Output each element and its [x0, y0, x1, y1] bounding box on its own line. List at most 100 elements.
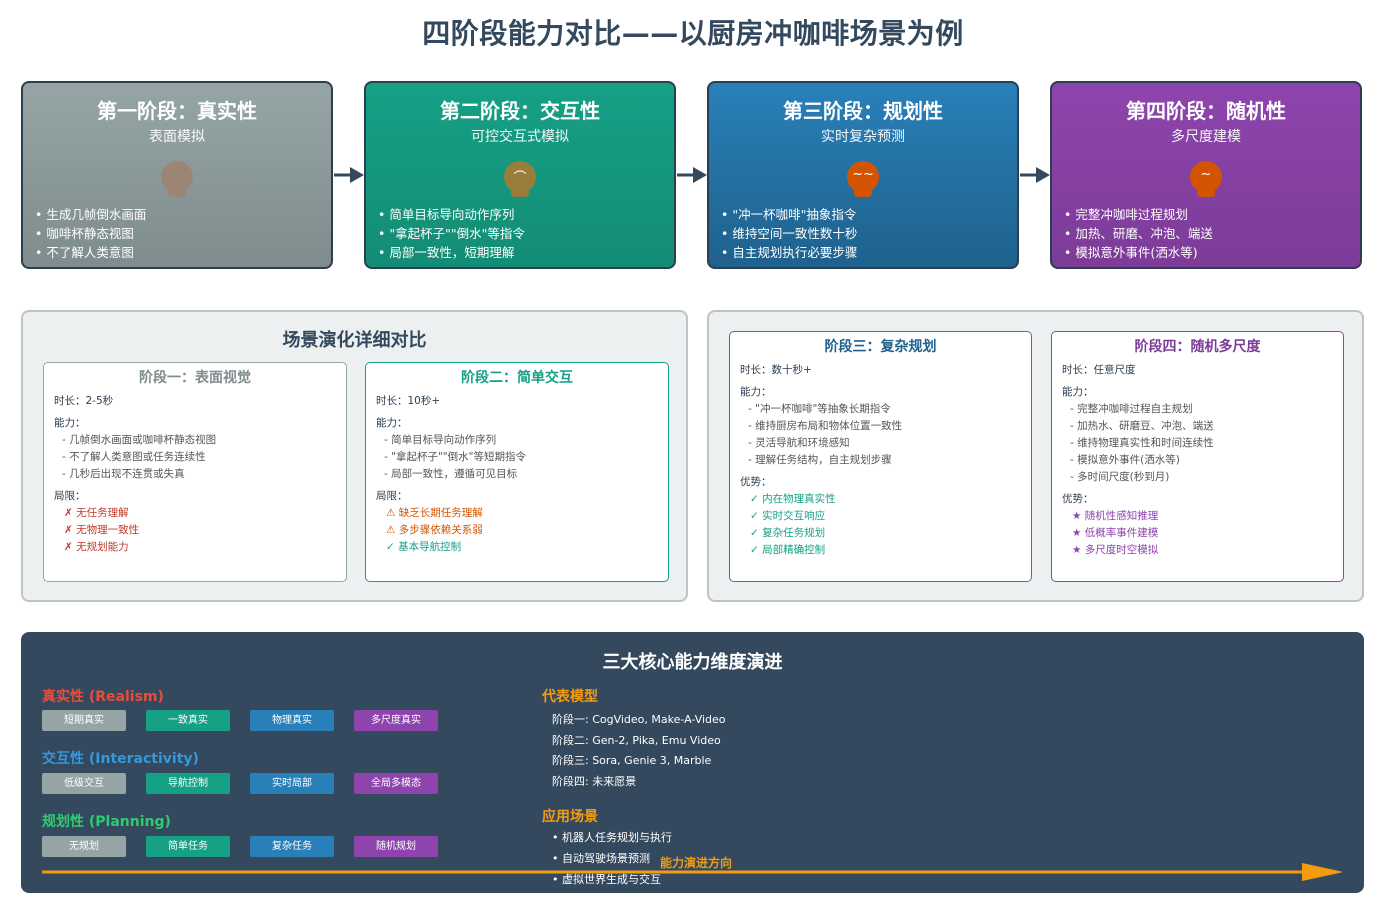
- stage-detail-box-2: 阶段二：简单交互 时长：10秒+ 能力： - 简单目标导向动作序列 - "拿起杯…: [365, 362, 669, 582]
- stage-bullet: • 简单目标导向动作序列: [378, 207, 515, 222]
- model-item: 阶段二: Gen-2, Pika, Emu Video: [552, 734, 721, 747]
- dimension-label-interactivity: 交互性 (Interactivity): [42, 751, 199, 767]
- ability-item: - 维持物理真实性和时间连续性: [1070, 437, 1214, 449]
- box-title: 阶段二：简单交互: [461, 370, 573, 386]
- model-item: 阶段三: Sora, Genie 3, Marble: [552, 754, 712, 767]
- stage-bullet: • 模拟意外事件(洒水等): [1064, 245, 1198, 260]
- model-item: 阶段四: 未来愿景: [552, 775, 637, 788]
- stage-card-1: 第一阶段：真实性 表面模拟 • 生成几帧倒水画面 • 咖啡杯静态视图 • 不了解…: [21, 81, 333, 269]
- applications-title: 应用场景: [542, 809, 598, 825]
- capability-chip: 简单任务: [146, 836, 230, 857]
- arrow-right-icon: [677, 167, 707, 183]
- stage-subtitle: 实时复杂预测: [821, 129, 905, 145]
- ability-item: - "拿起杯子""倒水"等短期指令: [384, 451, 526, 463]
- models-title: 代表模型: [542, 689, 598, 705]
- capability-chip: 导航控制: [146, 773, 230, 794]
- duration-text: 时长：2-5秒: [54, 395, 114, 407]
- stage-bullet: • 完整冲咖啡过程规划: [1064, 207, 1188, 222]
- page-title: 四阶段能力对比——以厨房冲咖啡场景为例: [422, 17, 964, 50]
- ability-item: - 理解任务结构，自主规划步骤: [748, 454, 892, 466]
- capability-chip: 多尺度真实: [354, 710, 438, 731]
- comparison-panel-right: 阶段三：复杂规划 时长：数十秒+ 能力： - "冲一杯咖啡"等抽象长期指令 - …: [707, 310, 1364, 602]
- duration-text: 时长：10秒+: [376, 395, 441, 407]
- stage-bullet: • 局部一致性，短期理解: [378, 245, 515, 260]
- evolution-title: 三大核心能力维度演进: [602, 652, 783, 673]
- capability-chip: 全局多模态: [354, 773, 438, 794]
- limit-item: ✗ 无任务理解: [64, 507, 129, 519]
- stage-bullet: • 自主规划执行必要步骤: [721, 245, 858, 260]
- capability-chip: 低级交互: [42, 773, 126, 794]
- ability-label: 能力：: [54, 417, 86, 429]
- advantage-item: ✓ 实时交互响应: [750, 510, 826, 522]
- evolution-panel: 三大核心能力维度演进 真实性 (Realism) 短期真实 一致真实 物理真实 …: [21, 632, 1364, 893]
- stage-title: 第四阶段：随机性: [1126, 99, 1286, 123]
- comparison-title: 场景演化详细对比: [282, 330, 427, 351]
- ability-label: 能力：: [740, 386, 772, 398]
- stage-bullet: • 加热、研磨、冲泡、端送: [1064, 226, 1213, 241]
- ability-item: - 几秒后出现不连贯或失真: [62, 468, 185, 480]
- stage-subtitle: 多尺度建模: [1171, 129, 1241, 145]
- ability-item: - 维持厨房布局和物体位置一致性: [748, 420, 903, 432]
- ability-item: - 不了解人类意图或任务连续性: [62, 451, 206, 463]
- stage-bullet: • 生成几帧倒水画面: [35, 207, 147, 222]
- stage-subtitle: 表面模拟: [149, 129, 205, 145]
- limit-item: ⚠ 多步骤依赖关系弱: [386, 524, 483, 536]
- duration-text: 时长：数十秒+: [740, 364, 812, 376]
- capability-chip: 物理真实: [250, 710, 334, 731]
- ability-item: - 模拟意外事件(洒水等): [1070, 454, 1180, 466]
- capability-chip: 实时局部: [250, 773, 334, 794]
- capability-chip: 短期真实: [42, 710, 126, 731]
- ability-item: - 加热水、研磨豆、冲泡、端送: [1070, 420, 1214, 432]
- ability-item: - 几帧倒水画面或咖啡杯静态视图: [62, 434, 217, 446]
- stage-bullet: • 不了解人类意图: [35, 245, 134, 260]
- limit-item: ✗ 无物理一致性: [64, 524, 140, 536]
- stage-bullet: • "拿起杯子""倒水"等指令: [378, 226, 525, 241]
- box-title: 阶段三：复杂规划: [824, 339, 937, 355]
- capability-chip: 一致真实: [146, 710, 230, 731]
- stage-card-2: 第二阶段：交互性 可控交互式模拟 ⌒ • 简单目标导向动作序列 • "拿起杯子"…: [364, 81, 676, 269]
- advantage-label: 优势：: [740, 476, 772, 488]
- stage-bullet: • 咖啡杯静态视图: [35, 226, 134, 241]
- stage-detail-box-4: 阶段四：随机多尺度 时长：任意尺度 能力： - 完整冲咖啡过程自主规划 - 加热…: [1051, 331, 1344, 582]
- ability-item: - 完整冲咖啡过程自主规划: [1070, 403, 1193, 415]
- advantage-item: ★ 随机性感知推理: [1072, 510, 1159, 522]
- model-item: 阶段一: CogVideo, Make-A-Video: [552, 713, 726, 726]
- stage-bullet: • "冲一杯咖啡"抽象指令: [721, 207, 857, 222]
- advantage-item: ★ 多尺度时空模拟: [1072, 544, 1159, 556]
- coffee-cup-icon: ~: [1190, 161, 1222, 197]
- advantage-item: ✓ 局部精确控制: [750, 544, 826, 556]
- ability-item: - 局部一致性，遵循可见目标: [384, 468, 518, 480]
- box-title: 阶段四：随机多尺度: [1134, 339, 1261, 355]
- ability-item: - "冲一杯咖啡"等抽象长期指令: [748, 403, 891, 415]
- stage-detail-box-1: 阶段一：表面视觉 时长：2-5秒 能力： - 几帧倒水画面或咖啡杯静态视图 - …: [43, 362, 347, 582]
- duration-text: 时长：任意尺度: [1062, 364, 1136, 376]
- stage-bullet: • 维持空间一致性数十秒: [721, 226, 858, 241]
- stage-title: 第三阶段：规划性: [783, 99, 943, 123]
- coffee-cup-icon: [161, 161, 193, 197]
- ability-label: 能力：: [1062, 386, 1094, 398]
- arrow-right-icon: [334, 167, 364, 183]
- capability-chip: 随机规划: [354, 836, 438, 857]
- coffee-cup-icon: ⌒: [504, 161, 536, 197]
- advantage-label: 优势：: [1062, 493, 1094, 505]
- stage-subtitle: 可控交互式模拟: [471, 129, 569, 145]
- capability-chip: 复杂任务: [250, 836, 334, 857]
- limit-item: ⚠ 缺乏长期任务理解: [386, 507, 483, 519]
- advantage-item: ✓ 复杂任务规划: [750, 527, 826, 539]
- evolution-direction-label: 能力演进方向: [660, 856, 733, 870]
- ability-item: - 灵活导航和环境感知: [748, 437, 850, 449]
- stage-detail-box-3: 阶段三：复杂规划 时长：数十秒+ 能力： - "冲一杯咖啡"等抽象长期指令 - …: [729, 331, 1032, 582]
- comparison-panel: 场景演化详细对比 阶段一：表面视觉 时长：2-5秒 能力： - 几帧倒水画面或咖…: [21, 310, 688, 602]
- application-item: • 机器人任务规划与执行: [552, 831, 672, 844]
- stage-card-3: 第三阶段：规划性 实时复杂预测 ~~ • "冲一杯咖啡"抽象指令 • 维持空间一…: [707, 81, 1019, 269]
- ability-item: - 简单目标导向动作序列: [384, 434, 497, 446]
- advantage-item: ✓ 内在物理真实性: [750, 493, 836, 505]
- advantage-item: ★ 低概率事件建模: [1072, 527, 1159, 539]
- arrow-right-icon: [1020, 167, 1050, 183]
- coffee-cup-icon: ~~: [847, 161, 879, 197]
- limit-item: ✓ 基本导航控制: [386, 541, 462, 553]
- stage-card-4: 第四阶段：随机性 多尺度建模 ~ • 完整冲咖啡过程规划 • 加热、研磨、冲泡、…: [1050, 81, 1362, 269]
- ability-item: - 多时间尺度(秒到月): [1070, 471, 1170, 483]
- limit-label: 局限：: [376, 490, 408, 502]
- stage-title: 第一阶段：真实性: [97, 99, 257, 123]
